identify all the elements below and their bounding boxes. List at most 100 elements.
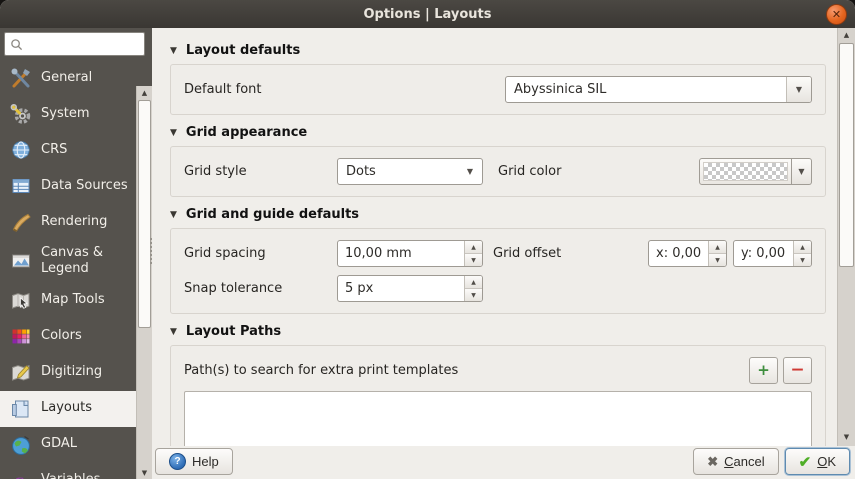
collapse-triangle-icon[interactable]: ▼: [170, 327, 177, 337]
chevron-down-icon[interactable]: ▼: [786, 77, 811, 102]
sidebar-item-label: GDAL: [41, 436, 77, 452]
scroll-down-icon[interactable]: ▼: [137, 466, 152, 479]
layout-paths-group: Path(s) to search for extra print templa…: [170, 345, 826, 446]
map-cursor-icon: [9, 289, 33, 313]
grid-offset-x-value: x: 0,00: [649, 241, 708, 266]
sidebar-scrollbar[interactable]: ▲ ▼: [136, 86, 152, 479]
cancel-x-icon: ✖: [707, 454, 718, 470]
plus-icon: +: [757, 363, 770, 378]
section-title: Grid and guide defaults: [186, 207, 359, 222]
sidebar-item-system[interactable]: System: [0, 96, 137, 132]
sidebar-scrollbar-thumb[interactable]: [138, 100, 151, 328]
search-icon: [10, 38, 23, 51]
main-scrollbar-thumb[interactable]: [839, 43, 854, 267]
sidebar-item-crs[interactable]: CRS: [0, 132, 137, 168]
ok-button-label: OK: [817, 454, 836, 469]
collapse-triangle-icon[interactable]: ▼: [170, 210, 177, 220]
spin-up-icon[interactable]: ▲: [709, 241, 726, 254]
search-box[interactable]: [4, 32, 145, 56]
grid-offset-x-spinbox[interactable]: x: 0,00 ▲ ▼: [648, 240, 727, 267]
section-grid-appearance-header[interactable]: ▼ Grid appearance: [170, 125, 830, 140]
sidebar-item-digitizing[interactable]: Digitizing: [0, 355, 137, 391]
sidebar-item-label: Variables: [41, 472, 100, 479]
help-icon: ?: [169, 453, 186, 470]
spin-up-icon[interactable]: ▲: [794, 241, 811, 254]
remove-path-button[interactable]: −: [783, 357, 812, 384]
add-path-button[interactable]: +: [749, 357, 778, 384]
color-swatches-icon: [9, 325, 33, 349]
grid-offset-y-value: y: 0,00: [734, 241, 793, 266]
help-button-label: Help: [192, 454, 219, 469]
section-title: Layout defaults: [186, 43, 300, 58]
grid-style-label: Grid style: [184, 164, 337, 179]
tools-icon: [9, 66, 33, 90]
sidebar-item-rendering[interactable]: Rendering: [0, 204, 137, 240]
sidebar-nav: General System CRS Data Sources: [0, 60, 137, 479]
chevron-down-icon[interactable]: ▼: [792, 158, 812, 185]
grid-style-combobox[interactable]: Dots ▼: [337, 158, 483, 185]
section-grid-guide-defaults-header[interactable]: ▼ Grid and guide defaults: [170, 207, 830, 222]
grid-appearance-group: Grid style Dots ▼ Grid color ▼: [170, 146, 826, 197]
spin-down-icon[interactable]: ▼: [465, 289, 482, 301]
dialog-title: Options | Layouts: [363, 7, 491, 22]
titlebar[interactable]: Options | Layouts ✕: [0, 0, 855, 29]
grid-spacing-spinbox[interactable]: 10,00 mm ▲ ▼: [337, 240, 483, 267]
chevron-down-icon[interactable]: ▼: [458, 159, 482, 184]
scroll-down-icon[interactable]: ▼: [838, 430, 855, 444]
search-input[interactable]: [27, 36, 139, 52]
sidebar-item-label: System: [41, 106, 89, 122]
map-pencil-icon: [9, 361, 33, 385]
sidebar-item-colors[interactable]: Colors: [0, 319, 137, 355]
collapse-triangle-icon[interactable]: ▼: [170, 128, 177, 138]
close-icon[interactable]: ✕: [826, 4, 847, 25]
grid-offset-y-spinbox[interactable]: y: 0,00 ▲ ▼: [733, 240, 812, 267]
section-title: Grid appearance: [186, 125, 307, 140]
sidebar-item-label: Layouts: [41, 400, 92, 416]
grid-spacing-label: Grid spacing: [184, 246, 337, 261]
grid-color-button[interactable]: ▼: [699, 158, 812, 185]
sidebar-item-gdal[interactable]: GDAL: [0, 427, 137, 463]
dialog-footer: ? Help ✖ Cancel ✔ OK: [152, 446, 855, 479]
paths-label: Path(s) to search for extra print templa…: [184, 363, 458, 378]
sidebar-item-canvas-legend[interactable]: Canvas & Legend: [0, 240, 137, 283]
snap-tolerance-spinbox[interactable]: 5 px ▲ ▼: [337, 275, 483, 302]
table-icon: [9, 174, 33, 198]
scroll-up-icon[interactable]: ▲: [137, 86, 152, 99]
sidebar-item-label: Colors: [41, 328, 82, 344]
help-button[interactable]: ? Help: [155, 448, 233, 475]
section-layout-paths-header[interactable]: ▼ Layout Paths: [170, 324, 830, 339]
collapse-triangle-icon[interactable]: ▼: [170, 46, 177, 56]
default-font-combobox[interactable]: Abyssinica SIL ▼: [505, 76, 812, 103]
earth-icon: [9, 433, 33, 457]
default-font-label: Default font: [184, 82, 262, 97]
paths-list[interactable]: [184, 391, 812, 446]
layout-defaults-group: Default font Abyssinica SIL ▼: [170, 64, 826, 115]
spin-up-icon[interactable]: ▲: [465, 241, 482, 254]
transparent-checker-pattern: [703, 162, 788, 181]
main-scrollbar[interactable]: ▲ ▼: [837, 28, 855, 446]
scroll-up-icon[interactable]: ▲: [838, 28, 855, 42]
sidebar-item-label: Digitizing: [41, 364, 102, 380]
grid-guide-defaults-group: Grid spacing 10,00 mm ▲ ▼ Grid offset x:…: [170, 228, 826, 314]
sidebar-item-label: Data Sources: [41, 178, 128, 194]
cancel-button[interactable]: ✖ Cancel: [693, 448, 778, 475]
minus-icon: −: [790, 362, 804, 379]
sidebar-item-general[interactable]: General: [0, 60, 137, 96]
layouts-options-content: ▼ Layout defaults Default font Abyssinic…: [152, 28, 838, 446]
options-dialog: Options | Layouts ✕ General System: [0, 0, 855, 479]
spin-up-icon[interactable]: ▲: [465, 276, 482, 289]
section-layout-defaults-header[interactable]: ▼ Layout defaults: [170, 43, 830, 58]
svg-text:ε: ε: [14, 471, 24, 479]
default-font-value: Abyssinica SIL: [506, 77, 786, 102]
sidebar-item-variables[interactable]: ε Variables: [0, 463, 137, 479]
sidebar-item-data-sources[interactable]: Data Sources: [0, 168, 137, 204]
spin-down-icon[interactable]: ▼: [465, 254, 482, 266]
ok-button[interactable]: ✔ OK: [785, 448, 850, 475]
globe-grid-icon: [9, 138, 33, 162]
sidebar-item-label: Canvas & Legend: [41, 245, 133, 278]
sidebar-item-map-tools[interactable]: Map Tools: [0, 283, 137, 319]
sidebar-item-layouts[interactable]: Layouts: [0, 391, 137, 427]
spin-down-icon[interactable]: ▼: [794, 254, 811, 266]
spin-down-icon[interactable]: ▼: [709, 254, 726, 266]
grid-color-swatch[interactable]: [699, 158, 792, 185]
